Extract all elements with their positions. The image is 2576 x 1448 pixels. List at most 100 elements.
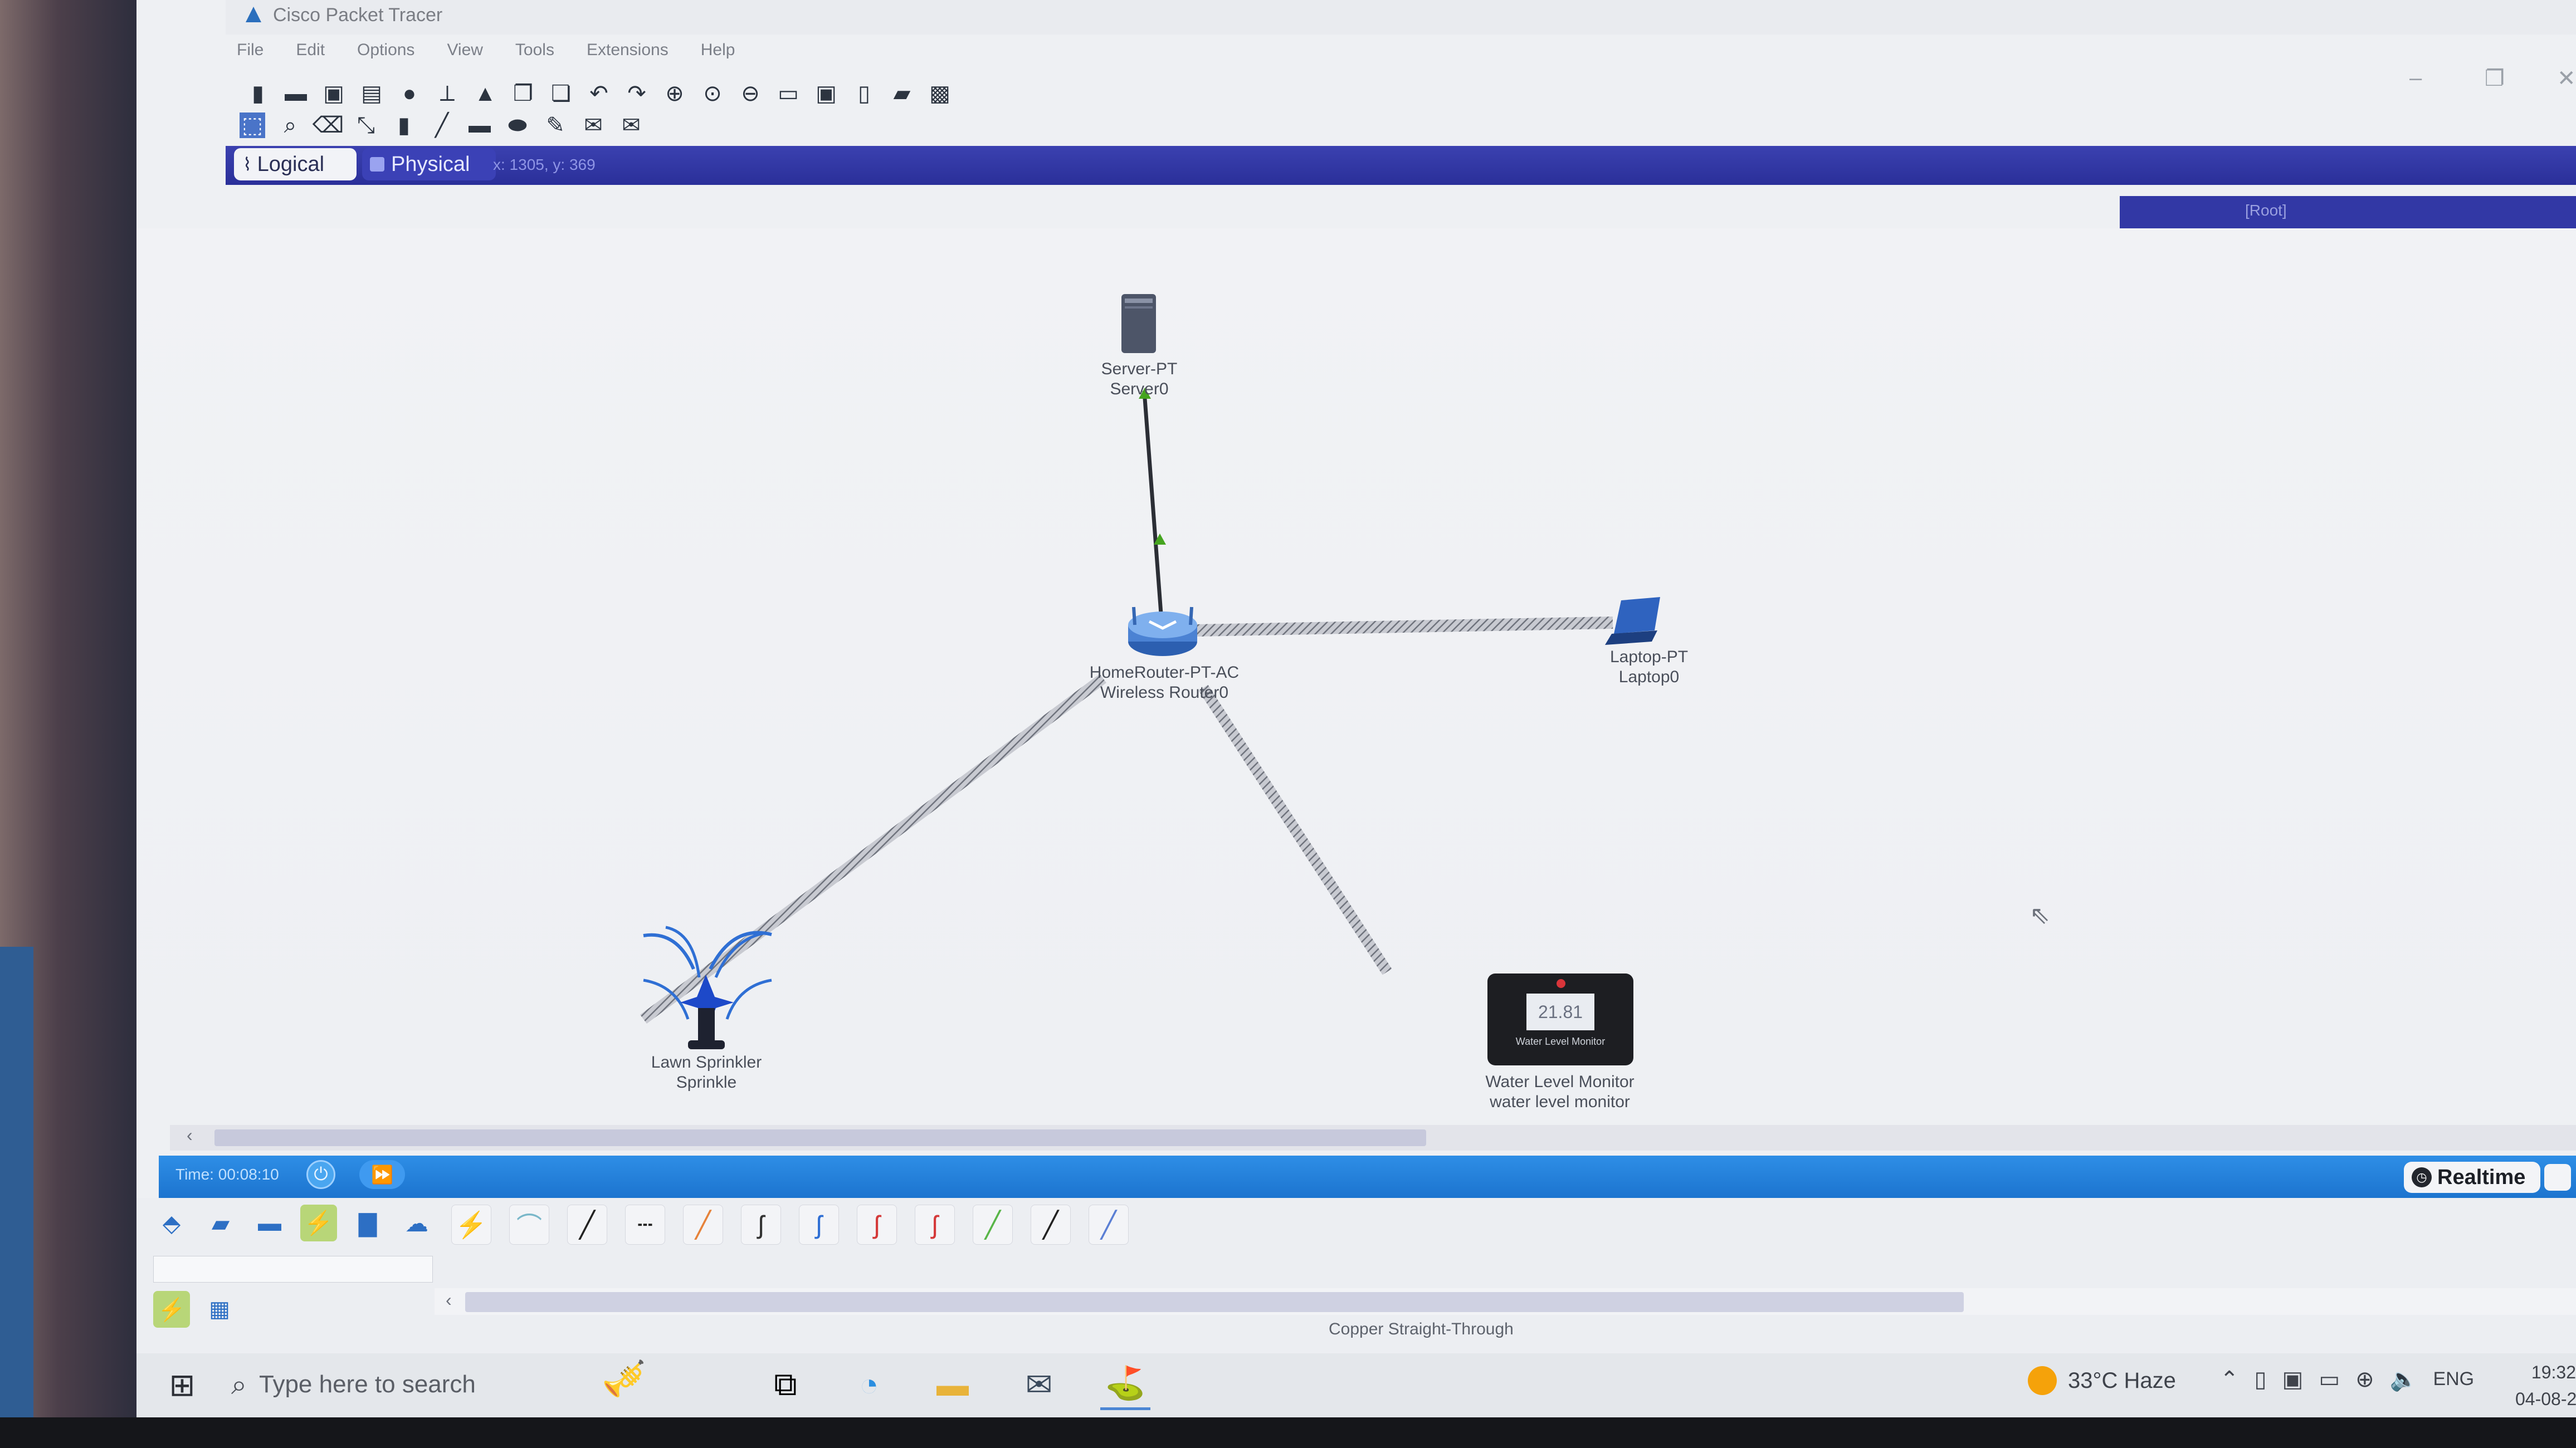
print-icon[interactable]: ▤ xyxy=(359,81,384,106)
realtime-mode-button[interactable]: ◷ Realtime xyxy=(2404,1162,2540,1193)
custom-devices-dialog-icon[interactable]: ▣ xyxy=(813,81,839,106)
coaxial-icon[interactable]: ʃ xyxy=(799,1205,839,1245)
automatic-connection-icon[interactable]: ⚡ xyxy=(451,1205,491,1245)
root-breadcrumb[interactable]: [Root] xyxy=(2245,202,2287,219)
iot-custom-cable-icon[interactable]: ╱ xyxy=(1031,1205,1071,1245)
edge-browser-icon[interactable]: ◔ xyxy=(844,1359,894,1410)
inspect-tool-icon[interactable]: ⌕ xyxy=(277,112,303,138)
activity-wizard-icon[interactable]: ● xyxy=(397,81,422,106)
server-icon[interactable] xyxy=(1121,294,1156,353)
zoom-reset-icon[interactable]: ⊙ xyxy=(700,81,725,106)
add-complex-pdu-icon[interactable]: ✉ xyxy=(618,112,644,138)
battery-icon[interactable]: ▭ xyxy=(2319,1367,2340,1392)
packet-tracer-taskbar-icon[interactable]: ⛳ xyxy=(1100,1359,1150,1410)
console-cable-icon[interactable]: ⌒ xyxy=(509,1205,549,1245)
draw-line-icon[interactable]: ╱ xyxy=(429,112,455,138)
zoom-in-icon[interactable]: ⊕ xyxy=(662,81,687,106)
tab-physical[interactable]: Physical xyxy=(362,148,496,180)
copy-icon[interactable]: ❐ xyxy=(510,81,536,106)
draw-rectangle-icon[interactable]: ▬ xyxy=(467,112,492,138)
resize-shape-icon[interactable]: ⤡ xyxy=(353,112,379,138)
scrollbar-thumb[interactable] xyxy=(214,1129,1426,1146)
tray-app-icon[interactable]: ▣ xyxy=(2282,1367,2304,1392)
miscellaneous-icon[interactable]: ▇ xyxy=(349,1205,386,1241)
menu-help[interactable]: Help xyxy=(701,41,735,60)
workspace-horizontal-scrollbar[interactable]: ‹ xyxy=(170,1125,2576,1151)
drawing-palette-icon[interactable]: ▭ xyxy=(775,81,801,106)
file-explorer-icon[interactable]: ▬ xyxy=(928,1359,978,1410)
phone-cable-icon[interactable]: ʃ xyxy=(741,1205,781,1245)
place-note-icon[interactable]: ▮ xyxy=(391,112,417,138)
viewport-icon[interactable]: ▯ xyxy=(851,81,877,106)
device-search-field[interactable] xyxy=(153,1256,433,1283)
close-button[interactable]: ✕ xyxy=(2557,66,2576,91)
serial-dce-icon[interactable]: ʃ xyxy=(857,1205,897,1245)
scroll-left-icon[interactable]: ‹ xyxy=(187,1125,193,1146)
draw-ellipse-icon[interactable]: ⬬ xyxy=(505,112,530,138)
fast-forward-time-button[interactable]: ⏩ xyxy=(359,1160,405,1189)
restore-button[interactable]: ❐ xyxy=(2485,66,2505,91)
select-tool-icon[interactable]: ⬚ xyxy=(240,112,265,138)
connections-icon[interactable]: ⚡ xyxy=(300,1205,337,1241)
grid-icon[interactable]: ▦ xyxy=(201,1291,238,1328)
connections-subcategory-icon[interactable]: ⚡ xyxy=(153,1291,190,1328)
chevron-up-icon[interactable]: ⌃ xyxy=(2220,1367,2239,1392)
wireless-router-icon[interactable] xyxy=(1128,606,1197,656)
menu-tools[interactable]: Tools xyxy=(515,41,554,60)
laptop-type: Laptop-PT xyxy=(1609,648,1689,666)
image-icon[interactable]: ▩ xyxy=(927,81,953,106)
server-name: Server0 xyxy=(1110,380,1169,398)
power-cycle-devices-button[interactable]: ⏻ xyxy=(306,1160,335,1189)
components-icon[interactable]: ▬ xyxy=(251,1205,288,1241)
new-file-icon[interactable]: ▮ xyxy=(245,81,271,106)
server-label: Server-PT Server0 xyxy=(1022,359,1256,399)
volume-icon[interactable]: 🔈 xyxy=(2390,1366,2418,1392)
server-router-link[interactable] xyxy=(1142,390,1164,622)
delete-tool-icon[interactable]: ⌫ xyxy=(313,112,344,138)
octal-cable-icon[interactable]: ╱ xyxy=(973,1205,1013,1245)
copper-cross-over-icon[interactable]: ┄ xyxy=(625,1205,665,1245)
paste-icon[interactable]: ❏ xyxy=(548,81,574,106)
scroll-left-icon[interactable]: ‹ xyxy=(446,1290,452,1310)
menu-file[interactable]: File xyxy=(237,41,264,60)
copper-straight-through-icon[interactable]: ╱ xyxy=(567,1205,607,1245)
menu-view[interactable]: View xyxy=(447,41,482,60)
language-indicator[interactable]: ENG xyxy=(2433,1368,2474,1390)
tray-app-icon[interactable]: ▯ xyxy=(2255,1367,2267,1392)
taskbar-clock[interactable]: 19:32 04-08-2 xyxy=(2515,1359,2576,1412)
usb-cable-icon[interactable]: ╱ xyxy=(1089,1205,1129,1245)
end-devices-icon[interactable]: ▰ xyxy=(202,1205,239,1241)
network-info-icon[interactable]: ⟂ xyxy=(435,81,460,106)
windows-start-icon[interactable]: ⊞ xyxy=(164,1367,200,1403)
multiuser-icon[interactable]: ☁ xyxy=(398,1205,435,1241)
scrollbar-thumb[interactable] xyxy=(465,1292,1964,1312)
taskbar-search[interactable]: ⌕ Type here to search xyxy=(231,1359,543,1410)
laptop-label: Laptop-PT Laptop0 xyxy=(1532,647,1766,687)
ipc-icon[interactable]: ▰ xyxy=(889,81,915,106)
simulation-mode-button[interactable] xyxy=(2544,1164,2571,1191)
weather-widget[interactable]: 33°C Haze xyxy=(2028,1366,2176,1395)
zoom-out-icon[interactable]: ⊖ xyxy=(738,81,763,106)
serial-dte-icon[interactable]: ʃ xyxy=(915,1205,955,1245)
tab-logical[interactable]: ⌇ Logical xyxy=(234,148,357,180)
menu-extensions[interactable]: Extensions xyxy=(587,41,669,60)
open-folder-icon[interactable]: ▬ xyxy=(283,81,309,106)
freeform-icon[interactable]: ✎ xyxy=(543,112,568,138)
task-view-icon[interactable]: ⧉ xyxy=(760,1359,811,1410)
minimize-button[interactable]: – xyxy=(2409,66,2422,91)
logical-workspace[interactable]: Server-PT Server0 HomeRouter-PT-AC Wirel… xyxy=(136,228,2576,1125)
menu-options[interactable]: Options xyxy=(357,41,414,60)
lawn-sprinkler-icon[interactable] xyxy=(643,926,772,1049)
network-devices-icon[interactable]: ⬘ xyxy=(153,1205,190,1241)
fiber-icon[interactable]: ╱ xyxy=(683,1205,723,1245)
mail-icon[interactable]: ✉ xyxy=(1014,1359,1064,1410)
redo-icon[interactable]: ↷ xyxy=(624,81,650,106)
save-icon[interactable]: ▣ xyxy=(321,81,347,106)
custom-device-icon[interactable]: ▲ xyxy=(472,81,498,106)
water-level-monitor-icon[interactable]: 21.81 Water Level Monitor xyxy=(1487,974,1633,1065)
menu-edit[interactable]: Edit xyxy=(296,41,325,60)
add-simple-pdu-icon[interactable]: ✉ xyxy=(580,112,606,138)
undo-icon[interactable]: ↶ xyxy=(586,81,612,106)
network-globe-icon[interactable]: ⊕ xyxy=(2355,1367,2374,1392)
laptop-icon[interactable] xyxy=(1605,597,1660,645)
